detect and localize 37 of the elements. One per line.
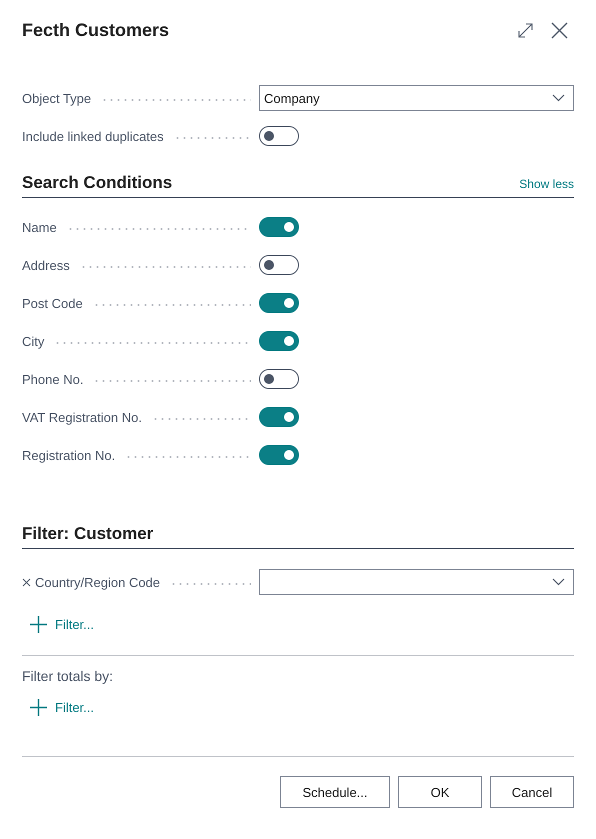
field-label: Include linked duplicates <box>22 128 164 144</box>
dialog-title: Fecth Customers <box>22 20 170 40</box>
dropdown-field[interactable] <box>259 569 574 595</box>
field-label: Address <box>22 258 70 272</box>
dialog-button[interactable]: Schedule... <box>280 776 390 808</box>
section-heading: Filter: Customer <box>22 524 154 544</box>
close-icon[interactable] <box>551 22 568 38</box>
field-label: Country/Region Code <box>35 574 160 590</box>
add-filter-link[interactable]: Filter... <box>30 616 94 632</box>
show-less-link[interactable]: Show less <box>519 177 574 191</box>
toggle-switch[interactable] <box>259 445 299 465</box>
chevron-down-icon <box>552 578 565 586</box>
toggle-switch[interactable] <box>259 126 299 146</box>
field-label: Registration No. <box>22 448 116 462</box>
expand-icon[interactable] <box>518 22 533 38</box>
toggle-switch[interactable] <box>259 293 299 313</box>
toggle-switch[interactable] <box>259 255 299 275</box>
field-label: City <box>22 334 44 348</box>
field-label: Name <box>22 220 57 234</box>
toggle-switch[interactable] <box>259 331 299 351</box>
plus-icon <box>30 616 47 632</box>
field-label: Object Type <box>22 90 92 106</box>
remove-icon[interactable] <box>22 578 31 586</box>
section-heading: Search Conditions <box>22 173 172 193</box>
toggle-switch[interactable] <box>259 217 299 237</box>
plus-icon <box>30 698 47 716</box>
add-filter-link[interactable]: Filter... <box>30 698 94 716</box>
dialog-button[interactable]: OK <box>398 776 482 808</box>
toggle-switch[interactable] <box>259 407 299 427</box>
field-label: Phone No. <box>22 372 84 386</box>
dropdown-field[interactable]: Company <box>259 85 574 111</box>
filter-totals-label: Filter totals by: <box>22 668 114 684</box>
dialog-button[interactable]: Cancel <box>490 776 574 808</box>
field-label: VAT Registration No. <box>22 410 142 424</box>
toggle-switch[interactable] <box>259 369 299 389</box>
chevron-down-icon <box>552 94 565 102</box>
field-label: Post Code <box>22 296 83 310</box>
